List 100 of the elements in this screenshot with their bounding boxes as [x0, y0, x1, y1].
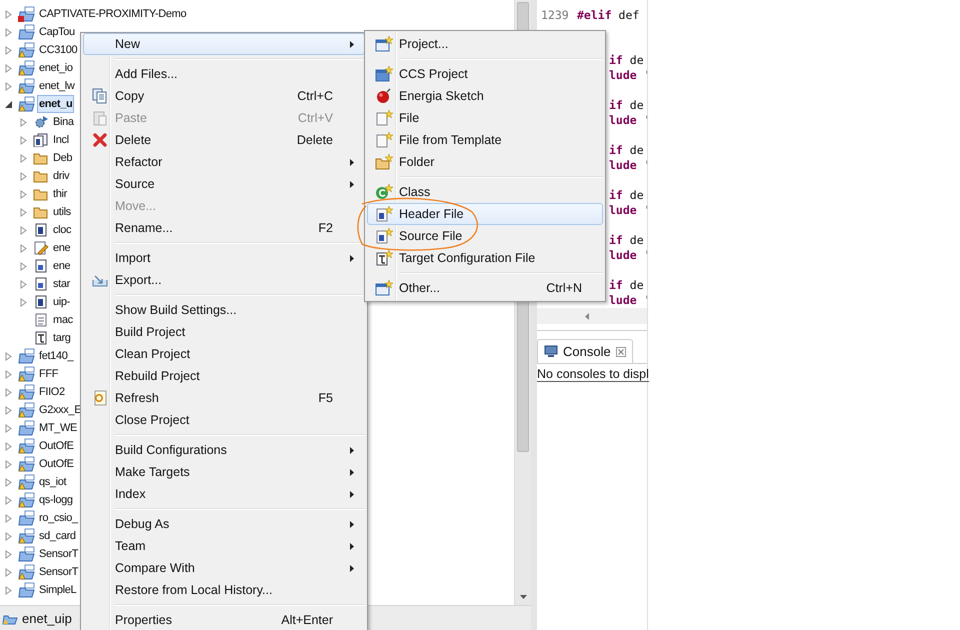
expand-arrow-icon[interactable] [4, 514, 13, 522]
expand-arrow-icon[interactable] [4, 496, 13, 504]
scroll-down-icon[interactable] [520, 595, 526, 599]
file-name[interactable]: uip- [51, 293, 72, 311]
file-name[interactable]: Deb [51, 149, 74, 167]
project-name[interactable]: OutOfE [37, 437, 76, 455]
project-name[interactable]: MT_WE [37, 419, 79, 437]
file-name[interactable]: driv [51, 167, 72, 185]
menu-item[interactable]: Class [367, 181, 603, 203]
expand-arrow-icon[interactable] [4, 442, 13, 450]
menu-item[interactable]: Copy Ctrl+C [83, 85, 365, 107]
project-name[interactable]: CapTou [37, 23, 77, 41]
expand-arrow-icon[interactable] [19, 298, 28, 306]
project-name[interactable]: enet_u [37, 95, 74, 113]
expand-arrow-icon[interactable] [4, 586, 13, 594]
menu-item[interactable]: Refresh F5 [83, 387, 365, 409]
menu-item[interactable]: Close Project [83, 409, 365, 431]
project-name[interactable]: OutOfE [37, 455, 76, 473]
project-name[interactable]: CC3100 [37, 41, 80, 59]
collapse-arrow-icon[interactable] [4, 100, 13, 108]
menu-item[interactable]: Restore from Local History... [83, 579, 365, 601]
menu-item[interactable]: Refactor [83, 151, 365, 173]
expand-arrow-icon[interactable] [19, 226, 28, 234]
expand-arrow-icon[interactable] [4, 550, 13, 558]
file-name[interactable]: utils [51, 203, 73, 221]
menu-item[interactable]: Make Targets [83, 461, 365, 483]
project-name[interactable]: fet140_ [37, 347, 76, 365]
project-name[interactable]: enet_io [37, 59, 75, 77]
expand-arrow-icon[interactable] [19, 172, 28, 180]
expand-arrow-icon[interactable] [19, 190, 28, 198]
file-name[interactable]: ene [51, 257, 72, 275]
menu-item[interactable]: Source File [367, 225, 603, 247]
menu-item[interactable]: Rename... F2 [83, 217, 365, 239]
menu-item[interactable]: New [83, 33, 365, 55]
menu-item[interactable]: Team [83, 535, 365, 557]
menu-item[interactable]: Properties Alt+Enter [83, 609, 365, 630]
close-icon[interactable] [616, 346, 626, 356]
menu-item[interactable]: CCS Project [367, 63, 603, 85]
expand-arrow-icon[interactable] [4, 28, 13, 36]
file-name[interactable]: targ [51, 329, 73, 347]
menu-item[interactable]: Source [83, 173, 365, 195]
menu-item[interactable]: File [367, 107, 603, 129]
menu-item[interactable]: Import [83, 247, 365, 269]
project-name[interactable]: enet_lw [37, 77, 76, 95]
project-name[interactable]: FFF [37, 365, 60, 383]
project-name[interactable]: SimpleL [37, 581, 78, 599]
file-name[interactable]: ene [51, 239, 72, 257]
menu-item[interactable]: Show Build Settings... [83, 299, 365, 321]
expand-arrow-icon[interactable] [4, 352, 13, 360]
menu-item[interactable]: Debug As [83, 513, 365, 535]
menu-item[interactable]: Add Files... [83, 63, 365, 85]
menu-item[interactable]: Rebuild Project [83, 365, 365, 387]
expand-arrow-icon[interactable] [4, 478, 13, 486]
menu-item[interactable]: Delete Delete [83, 129, 365, 151]
expand-arrow-icon[interactable] [19, 118, 28, 126]
menu-item[interactable]: File from Template [367, 129, 603, 151]
expand-arrow-icon[interactable] [4, 424, 13, 432]
expand-arrow-icon[interactable] [19, 262, 28, 270]
project-name[interactable]: SensorT [37, 563, 80, 581]
menu-item[interactable]: Index [83, 483, 365, 505]
expand-arrow-icon[interactable] [19, 280, 28, 288]
expand-arrow-icon[interactable] [4, 370, 13, 378]
expand-arrow-icon[interactable] [4, 460, 13, 468]
file-name[interactable]: Bina [51, 113, 76, 131]
expand-arrow-icon[interactable] [4, 10, 13, 18]
menu-item[interactable]: Header File [367, 203, 603, 225]
file-name[interactable]: star [51, 275, 72, 293]
expand-arrow-icon[interactable] [19, 244, 28, 252]
expand-arrow-icon[interactable] [4, 64, 13, 72]
file-name[interactable]: thir [51, 185, 69, 203]
project-name[interactable]: FIIO2 [37, 383, 67, 401]
project-name[interactable]: qs_iot [37, 473, 68, 491]
file-name[interactable]: Incl [51, 131, 71, 149]
expand-arrow-icon[interactable] [4, 388, 13, 396]
menu-item[interactable]: Project... [367, 33, 603, 55]
project-name[interactable]: CAPTIVATE-PROXIMITY-Demo [37, 5, 188, 23]
expand-arrow-icon[interactable] [4, 532, 13, 540]
menu-item[interactable]: Build Project [83, 321, 365, 343]
expand-arrow-icon[interactable] [4, 406, 13, 414]
menu-item[interactable]: Folder [367, 151, 603, 173]
expand-arrow-icon[interactable] [19, 136, 28, 144]
menu-item[interactable]: Export... [83, 269, 365, 291]
console-tab[interactable]: Console [537, 339, 633, 363]
file-name[interactable]: mac [51, 311, 75, 329]
project-name[interactable]: SensorT [37, 545, 80, 563]
expand-arrow-icon[interactable] [19, 154, 28, 162]
scrollbar[interactable] [537, 308, 647, 324]
menu-item[interactable]: Compare With [83, 557, 365, 579]
expand-arrow-icon[interactable] [4, 46, 13, 54]
project-name[interactable]: sd_card [37, 527, 78, 545]
menu-item[interactable]: Other... Ctrl+N [367, 277, 603, 299]
menu-item[interactable]: Build Configurations [83, 439, 365, 461]
menu-item[interactable]: Energia Sketch [367, 85, 603, 107]
project-name[interactable]: G2xxx_E [37, 401, 84, 419]
expand-arrow-icon[interactable] [4, 82, 13, 90]
expand-arrow-icon[interactable] [4, 568, 13, 576]
project-name[interactable]: qs-logg [37, 491, 75, 509]
scroll-left-icon[interactable] [585, 312, 589, 320]
menu-item[interactable]: Clean Project [83, 343, 365, 365]
file-name[interactable]: cloc [51, 221, 74, 239]
